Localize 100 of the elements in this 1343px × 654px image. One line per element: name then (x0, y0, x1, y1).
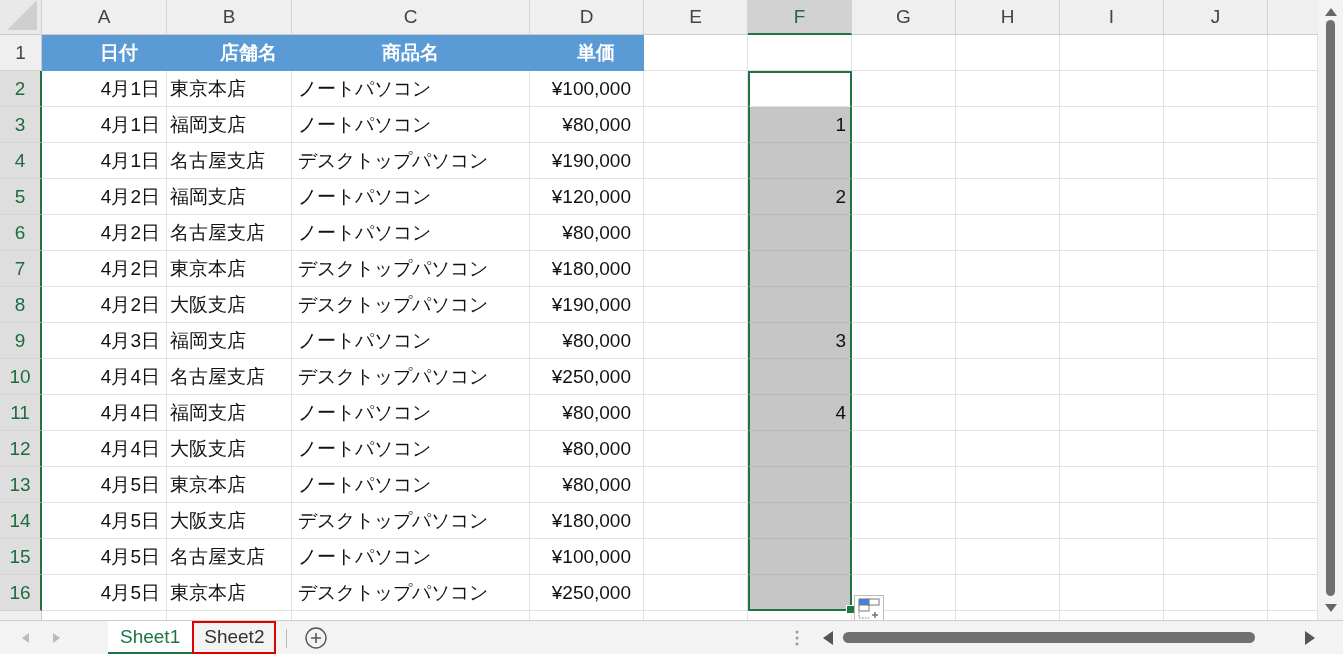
date-cell: 4月4日 (42, 395, 167, 431)
row-header[interactable]: 9 (0, 323, 42, 359)
column-header[interactable]: G (852, 0, 956, 35)
price-cell: ¥180,000 (530, 503, 644, 539)
date-cell: 4月1日 (42, 107, 167, 143)
scroll-down-icon[interactable] (1324, 604, 1337, 612)
price-cell: ¥190,000 (530, 287, 644, 323)
row-header[interactable]: 16 (0, 575, 42, 611)
store-cell: 名古屋支店 (167, 215, 292, 251)
date-cell: 4月5日 (42, 467, 167, 503)
product-cell: ノートパソコン (292, 323, 530, 359)
date-cell: 4月5日 (42, 539, 167, 575)
sheet-tab[interactable]: Sheet2 (192, 621, 277, 654)
column-header[interactable]: J (1164, 0, 1268, 35)
scroll-left-icon[interactable] (823, 630, 833, 645)
table-header-cell: 店舗名 (167, 35, 292, 71)
price-cell: ¥80,000 (530, 431, 644, 467)
row-header[interactable]: 4 (0, 143, 42, 179)
store-cell: 福岡支店 (167, 179, 292, 215)
product-cell: ノートパソコン (292, 431, 530, 467)
table-header-cell: 単価 (530, 35, 644, 71)
date-cell: 4月4日 (42, 359, 167, 395)
product-cell: デスクトップパソコン (292, 251, 530, 287)
column-header[interactable]: A (42, 0, 167, 35)
selected-cell[interactable]: 3 (748, 323, 852, 359)
vertical-scrollbar[interactable] (1318, 0, 1343, 620)
store-cell: 東京本店 (167, 575, 292, 611)
selected-cell[interactable] (748, 539, 852, 575)
product-cell: ノートパソコン (292, 215, 530, 251)
selected-cell[interactable] (748, 251, 852, 287)
store-cell: 大阪支店 (167, 287, 292, 323)
price-cell: ¥250,000 (530, 359, 644, 395)
active-cell[interactable] (748, 71, 852, 107)
column-header[interactable]: D (530, 0, 644, 35)
date-cell: 4月2日 (42, 251, 167, 287)
store-cell: 東京本店 (167, 251, 292, 287)
selected-cell[interactable]: 4 (748, 395, 852, 431)
row-header[interactable]: 3 (0, 107, 42, 143)
selected-cell[interactable] (748, 143, 852, 179)
product-cell: ノートパソコン (292, 71, 530, 107)
row-header[interactable]: 10 (0, 359, 42, 395)
selected-cell[interactable]: 1 (748, 107, 852, 143)
product-cell: デスクトップパソコン (292, 359, 530, 395)
product-cell: デスクトップパソコン (292, 287, 530, 323)
product-cell: デスクトップパソコン (292, 143, 530, 179)
row-header[interactable]: 5 (0, 179, 42, 215)
row-header[interactable]: 13 (0, 467, 42, 503)
product-cell: ノートパソコン (292, 107, 530, 143)
store-cell: 大阪支店 (167, 431, 292, 467)
selected-cell[interactable] (748, 431, 852, 467)
price-cell: ¥80,000 (530, 467, 644, 503)
plus-circle-icon (305, 626, 328, 649)
corner-triangle-icon (7, 0, 37, 30)
selected-cell[interactable] (748, 287, 852, 323)
column-header[interactable]: H (956, 0, 1060, 35)
row-header[interactable]: 6 (0, 215, 42, 251)
row-header[interactable]: 1 (0, 35, 42, 71)
horizontal-scrollbar-thumb[interactable] (843, 632, 1255, 643)
store-cell: 東京本店 (167, 467, 292, 503)
product-cell: ノートパソコン (292, 539, 530, 575)
selected-cell[interactable] (748, 503, 852, 539)
column-header[interactable]: I (1060, 0, 1164, 35)
row-header[interactable]: 14 (0, 503, 42, 539)
row-header[interactable]: 12 (0, 431, 42, 467)
date-cell: 4月2日 (42, 287, 167, 323)
quick-analysis-button[interactable] (854, 595, 884, 620)
row-header[interactable]: 11 (0, 395, 42, 431)
selected-cell[interactable] (748, 359, 852, 395)
date-cell: 4月4日 (42, 431, 167, 467)
price-cell: ¥100,000 (530, 71, 644, 107)
selected-cell[interactable] (748, 467, 852, 503)
column-header[interactable]: E (644, 0, 748, 35)
selected-cell[interactable] (748, 215, 852, 251)
date-cell: 4月5日 (42, 575, 167, 611)
store-cell: 名古屋支店 (167, 539, 292, 575)
row-header[interactable]: 2 (0, 71, 42, 107)
sheet-tab[interactable]: Sheet1 (108, 621, 193, 654)
price-cell: ¥80,000 (530, 215, 644, 251)
price-cell: ¥120,000 (530, 179, 644, 215)
price-cell: ¥80,000 (530, 323, 644, 359)
date-cell: 4月5日 (42, 503, 167, 539)
column-header[interactable]: C (292, 0, 530, 35)
column-header[interactable]: B (167, 0, 292, 35)
row-header[interactable]: 8 (0, 287, 42, 323)
product-cell: ノートパソコン (292, 179, 530, 215)
row-header[interactable]: 7 (0, 251, 42, 287)
date-cell: 4月2日 (42, 179, 167, 215)
date-cell: 4月1日 (42, 143, 167, 179)
scroll-up-icon[interactable] (1324, 8, 1337, 16)
column-header[interactable]: F (748, 0, 852, 35)
scrollbar-thumb[interactable] (1326, 20, 1335, 596)
splitter-dots-icon[interactable] (795, 629, 799, 646)
row-header[interactable]: 15 (0, 539, 42, 575)
column-header-strip (1268, 0, 1318, 35)
selected-cell[interactable]: 2 (748, 179, 852, 215)
price-cell: ¥180,000 (530, 251, 644, 287)
price-cell: ¥100,000 (530, 539, 644, 575)
store-cell: 名古屋支店 (167, 359, 292, 395)
price-cell: ¥250,000 (530, 575, 644, 611)
scroll-right-icon[interactable] (1305, 630, 1315, 645)
